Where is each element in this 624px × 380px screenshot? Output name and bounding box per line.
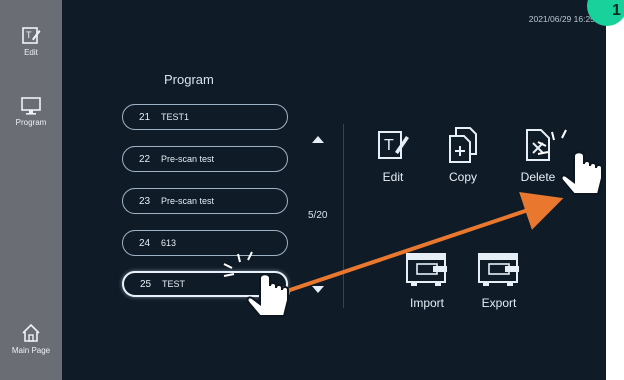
tap-hand-icon bbox=[223, 251, 289, 317]
gesture-annotation-overlay bbox=[223, 129, 603, 317]
tap-hand-icon bbox=[537, 129, 603, 195]
drag-arrow bbox=[283, 191, 564, 294]
